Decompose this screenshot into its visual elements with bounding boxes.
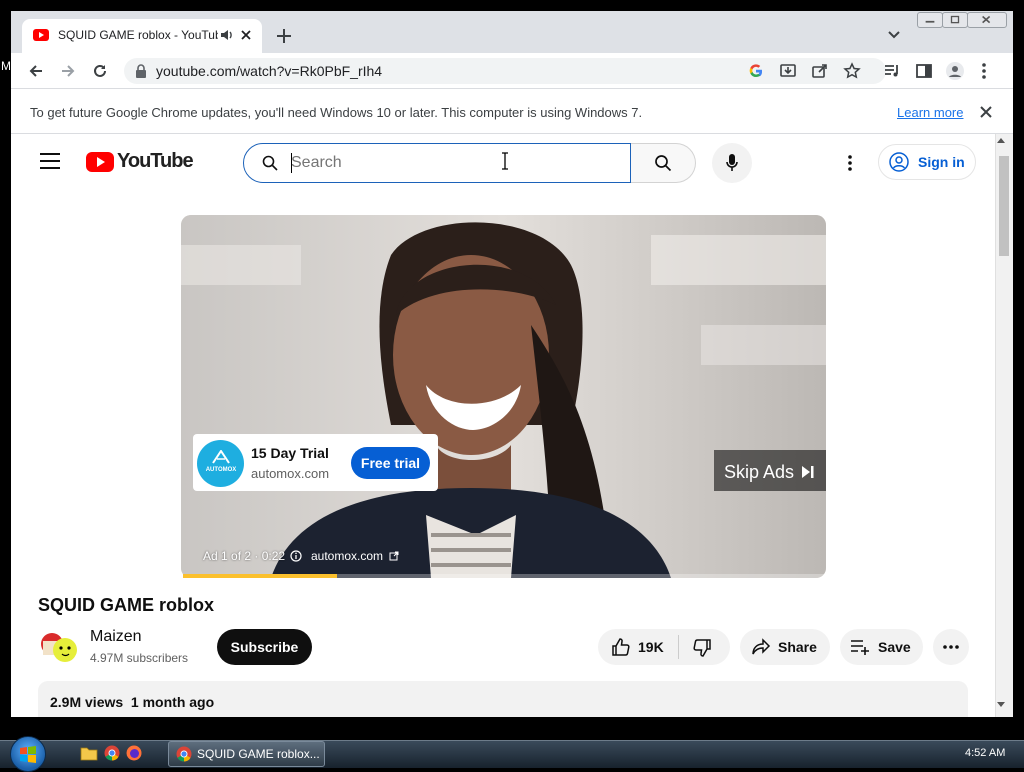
infobar-close-icon[interactable] bbox=[979, 105, 993, 119]
media-controls-icon[interactable] bbox=[883, 62, 901, 80]
like-divider bbox=[678, 635, 679, 659]
install-app-icon[interactable] bbox=[779, 62, 797, 80]
sign-in-label: Sign in bbox=[918, 154, 965, 170]
channel-avatar[interactable] bbox=[38, 626, 78, 666]
thumbs-down-icon[interactable] bbox=[692, 638, 712, 658]
window-minimize-button[interactable] bbox=[917, 12, 943, 28]
forward-arrow-icon[interactable] bbox=[59, 62, 77, 80]
chrome-icon[interactable] bbox=[104, 745, 120, 761]
youtube-logo-icon[interactable] bbox=[86, 152, 114, 172]
subscribe-button[interactable]: Subscribe bbox=[217, 629, 312, 665]
learn-more-link[interactable]: Learn more bbox=[897, 105, 963, 120]
skip-next-icon bbox=[802, 466, 814, 478]
scroll-up-arrow-icon[interactable] bbox=[997, 137, 1005, 143]
desktop-background-right bbox=[1013, 0, 1024, 740]
desktop-background-left bbox=[0, 0, 11, 740]
tab-title: SQUID GAME roblox - YouTube bbox=[58, 28, 218, 42]
advertiser-logo[interactable] bbox=[197, 440, 244, 487]
search-icon bbox=[262, 155, 278, 171]
lock-icon[interactable] bbox=[135, 64, 147, 78]
ad-video-frame bbox=[181, 215, 826, 578]
bookmark-star-icon[interactable] bbox=[843, 62, 861, 80]
free-trial-button[interactable]: Free trial bbox=[351, 447, 430, 479]
playlist-add-icon bbox=[851, 640, 869, 655]
share-page-icon[interactable] bbox=[811, 62, 829, 80]
restore-icon bbox=[950, 15, 960, 24]
windows-logo-icon bbox=[20, 746, 36, 763]
share-arrow-icon bbox=[752, 638, 771, 655]
maizen-avatar-icon bbox=[38, 626, 78, 666]
external-link-icon bbox=[389, 551, 399, 561]
automox-logo-icon bbox=[212, 450, 230, 464]
taskbar-window-title: SQUID GAME roblox... bbox=[197, 747, 320, 761]
thumbs-up-icon[interactable] bbox=[611, 637, 631, 657]
like-count[interactable]: 19K bbox=[638, 639, 664, 655]
microphone-icon bbox=[726, 154, 738, 171]
file-explorer-icon[interactable] bbox=[80, 745, 98, 761]
chrome-icon bbox=[176, 746, 192, 762]
save-label: Save bbox=[878, 639, 911, 655]
side-panel-icon[interactable] bbox=[915, 62, 933, 80]
ad-progress-fill bbox=[183, 574, 338, 578]
video-player[interactable] bbox=[181, 215, 826, 578]
tab-close-icon[interactable] bbox=[239, 28, 253, 42]
ad-info-text: Ad 1 of 2 · 0:22 bbox=[203, 549, 286, 563]
url-text[interactable]: youtube.com/watch?v=Rk0PbF_rIh4 bbox=[156, 63, 556, 79]
infobar-message: To get future Google Chrome updates, you… bbox=[30, 105, 643, 120]
chrome-menu-icon[interactable] bbox=[981, 62, 987, 80]
share-label: Share bbox=[778, 639, 817, 655]
reload-icon[interactable] bbox=[91, 62, 109, 80]
scroll-down-arrow-icon[interactable] bbox=[997, 702, 1005, 708]
window-restore-button[interactable] bbox=[942, 12, 968, 28]
more-horizontal-icon bbox=[943, 645, 959, 649]
search-icon bbox=[655, 155, 672, 172]
views-and-date: 2.9M views 1 month ago bbox=[50, 694, 215, 710]
info-icon[interactable] bbox=[290, 550, 302, 562]
minimize-icon bbox=[925, 20, 935, 23]
youtube-logo-text[interactable]: YouTube bbox=[117, 150, 194, 173]
window-close-button[interactable] bbox=[967, 12, 1007, 28]
account-circle-icon bbox=[889, 152, 909, 172]
system-clock[interactable]: 4:52 AM bbox=[965, 747, 1005, 759]
profile-avatar-icon[interactable] bbox=[945, 61, 965, 81]
advertiser-logo-text: AUTOMOX bbox=[205, 467, 237, 473]
hamburger-menu-icon[interactable] bbox=[40, 152, 60, 170]
settings-more-icon[interactable] bbox=[844, 154, 856, 172]
video-title: SQUID GAME roblox bbox=[38, 595, 215, 615]
ad-info-domain-link[interactable]: automox.com bbox=[311, 549, 383, 563]
ad-card-title: 15 Day Trial bbox=[251, 445, 329, 461]
ibeam-cursor-icon bbox=[502, 152, 508, 170]
google-g-icon[interactable] bbox=[747, 62, 765, 80]
firefox-icon[interactable] bbox=[126, 745, 142, 761]
back-arrow-icon[interactable] bbox=[27, 62, 45, 80]
tab-search-chevron-icon[interactable] bbox=[886, 28, 902, 42]
new-tab-icon[interactable] bbox=[274, 26, 294, 46]
windows-taskbar bbox=[0, 740, 1024, 768]
scrollbar-thumb[interactable] bbox=[999, 156, 1009, 256]
voice-search-button[interactable] bbox=[712, 143, 752, 183]
desktop-background bbox=[0, 0, 1024, 11]
subscriber-count: 4.97M subscribers bbox=[90, 651, 189, 665]
chrome-window: SQUID GAME roblox - YouTube youtube.com/… bbox=[11, 11, 1013, 717]
channel-name[interactable]: Maizen bbox=[90, 628, 142, 646]
audio-playing-icon[interactable] bbox=[220, 27, 234, 43]
close-icon bbox=[982, 15, 991, 24]
search-input[interactable] bbox=[291, 153, 591, 173]
text-caret bbox=[291, 153, 292, 173]
ad-card-domain: automox.com bbox=[251, 466, 330, 481]
skip-ads-label: Skip Ads bbox=[724, 462, 795, 482]
youtube-favicon-icon bbox=[33, 29, 49, 41]
